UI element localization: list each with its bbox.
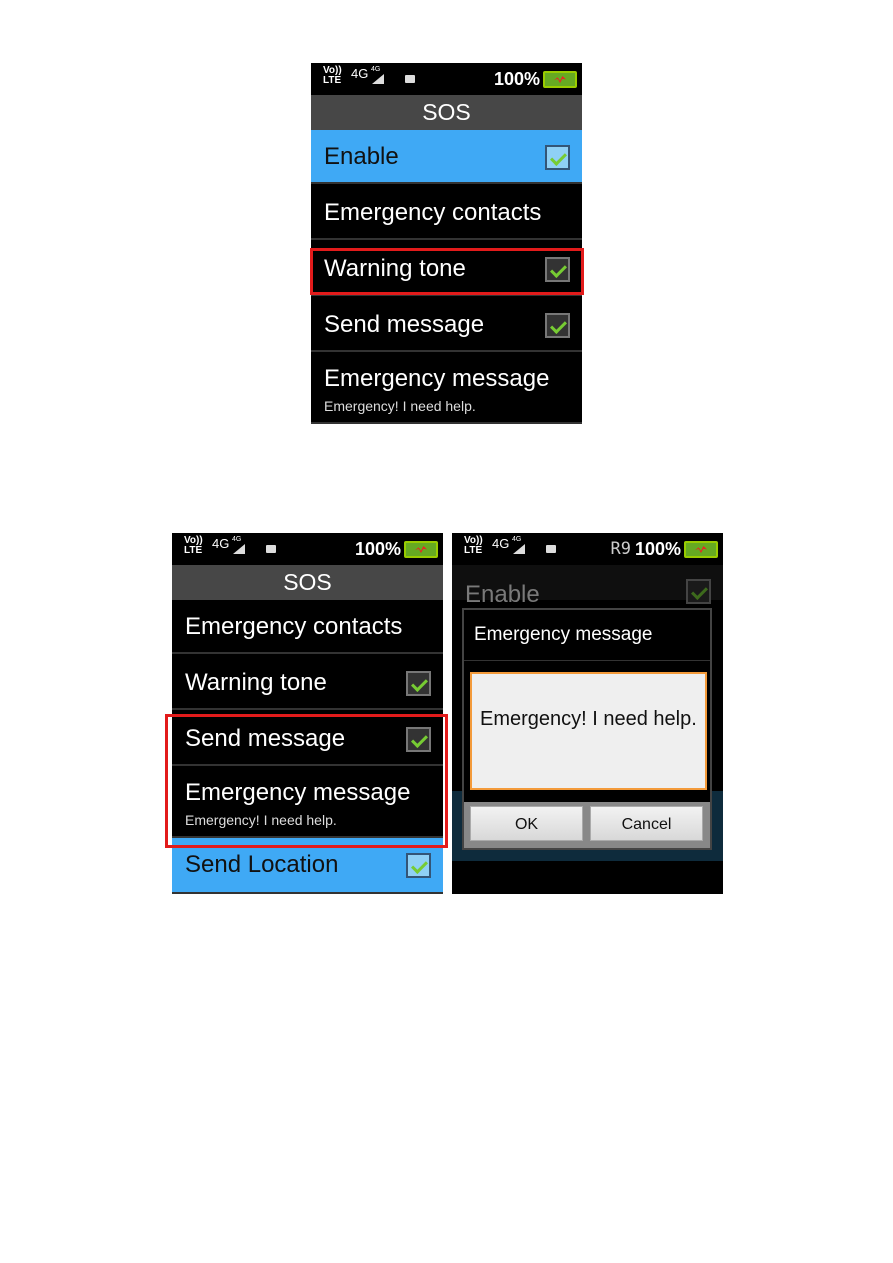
signal-icon xyxy=(233,544,245,554)
network-type: 4G xyxy=(351,66,369,81)
cancel-button[interactable]: Cancel xyxy=(590,806,703,841)
status-bar: Vo)) LTE 4G 4G R9 100% xyxy=(452,533,723,565)
battery-charging-icon xyxy=(543,71,577,88)
menu-item-warning-tone[interactable]: Warning tone xyxy=(172,656,443,710)
checkbox-checked[interactable] xyxy=(406,853,431,878)
menu-item-enable[interactable]: Enable xyxy=(311,130,582,184)
signal-icon xyxy=(513,544,525,554)
status-bar: Vo)) LTE 4G 4G 100% xyxy=(311,63,582,95)
checkbox-checked[interactable] xyxy=(545,145,570,170)
menu-item-send-message[interactable]: Send message xyxy=(311,298,582,352)
checkbox-checked xyxy=(686,579,711,604)
ok-button[interactable]: OK xyxy=(470,806,583,841)
menu-item-emergency-contacts[interactable]: Emergency contacts xyxy=(172,600,443,654)
signal-icon xyxy=(372,74,384,84)
network-type: 4G xyxy=(492,536,510,551)
image-notification-icon xyxy=(546,545,556,553)
battery-charging-icon xyxy=(404,541,438,558)
annotation-highlight-box xyxy=(310,248,584,295)
menu-item-emergency-contacts[interactable]: Emergency contacts xyxy=(311,186,582,240)
menu-item-enable-dimmed: Enable xyxy=(452,573,723,608)
battery-percent: 100% xyxy=(493,69,540,89)
battery-charging-icon xyxy=(684,541,718,558)
image-notification-icon xyxy=(266,545,276,553)
image-notification-icon xyxy=(405,75,415,83)
emergency-message-input[interactable]: Emergency! I need help. xyxy=(470,672,707,790)
page-title: SOS xyxy=(172,565,443,600)
status-bar: Vo)) LTE 4G 4G 100% xyxy=(172,533,443,565)
checkbox-checked[interactable] xyxy=(406,671,431,696)
emergency-message-dialog: Emergency message Emergency! I need help… xyxy=(462,608,712,850)
menu-item-emergency-message[interactable]: Emergency message Emergency! I need help. xyxy=(311,354,582,424)
annotation-highlight-box xyxy=(165,714,448,848)
phone-screen-sos-top: Vo)) LTE 4G 4G 100% SOS Enable Emergency … xyxy=(311,63,582,424)
battery-percent: 100% xyxy=(354,539,401,559)
roaming-indicator: R9 xyxy=(610,539,631,559)
checkbox-checked[interactable] xyxy=(545,313,570,338)
page-title: SOS xyxy=(311,95,582,130)
network-type: 4G xyxy=(212,536,230,551)
battery-percent: 100% xyxy=(634,539,681,559)
dialog-title: Emergency message xyxy=(474,624,653,645)
phone-screen-emergency-message-dialog: Enable Vo)) LTE 4G 4G R9 100% Emergency m… xyxy=(452,533,723,894)
